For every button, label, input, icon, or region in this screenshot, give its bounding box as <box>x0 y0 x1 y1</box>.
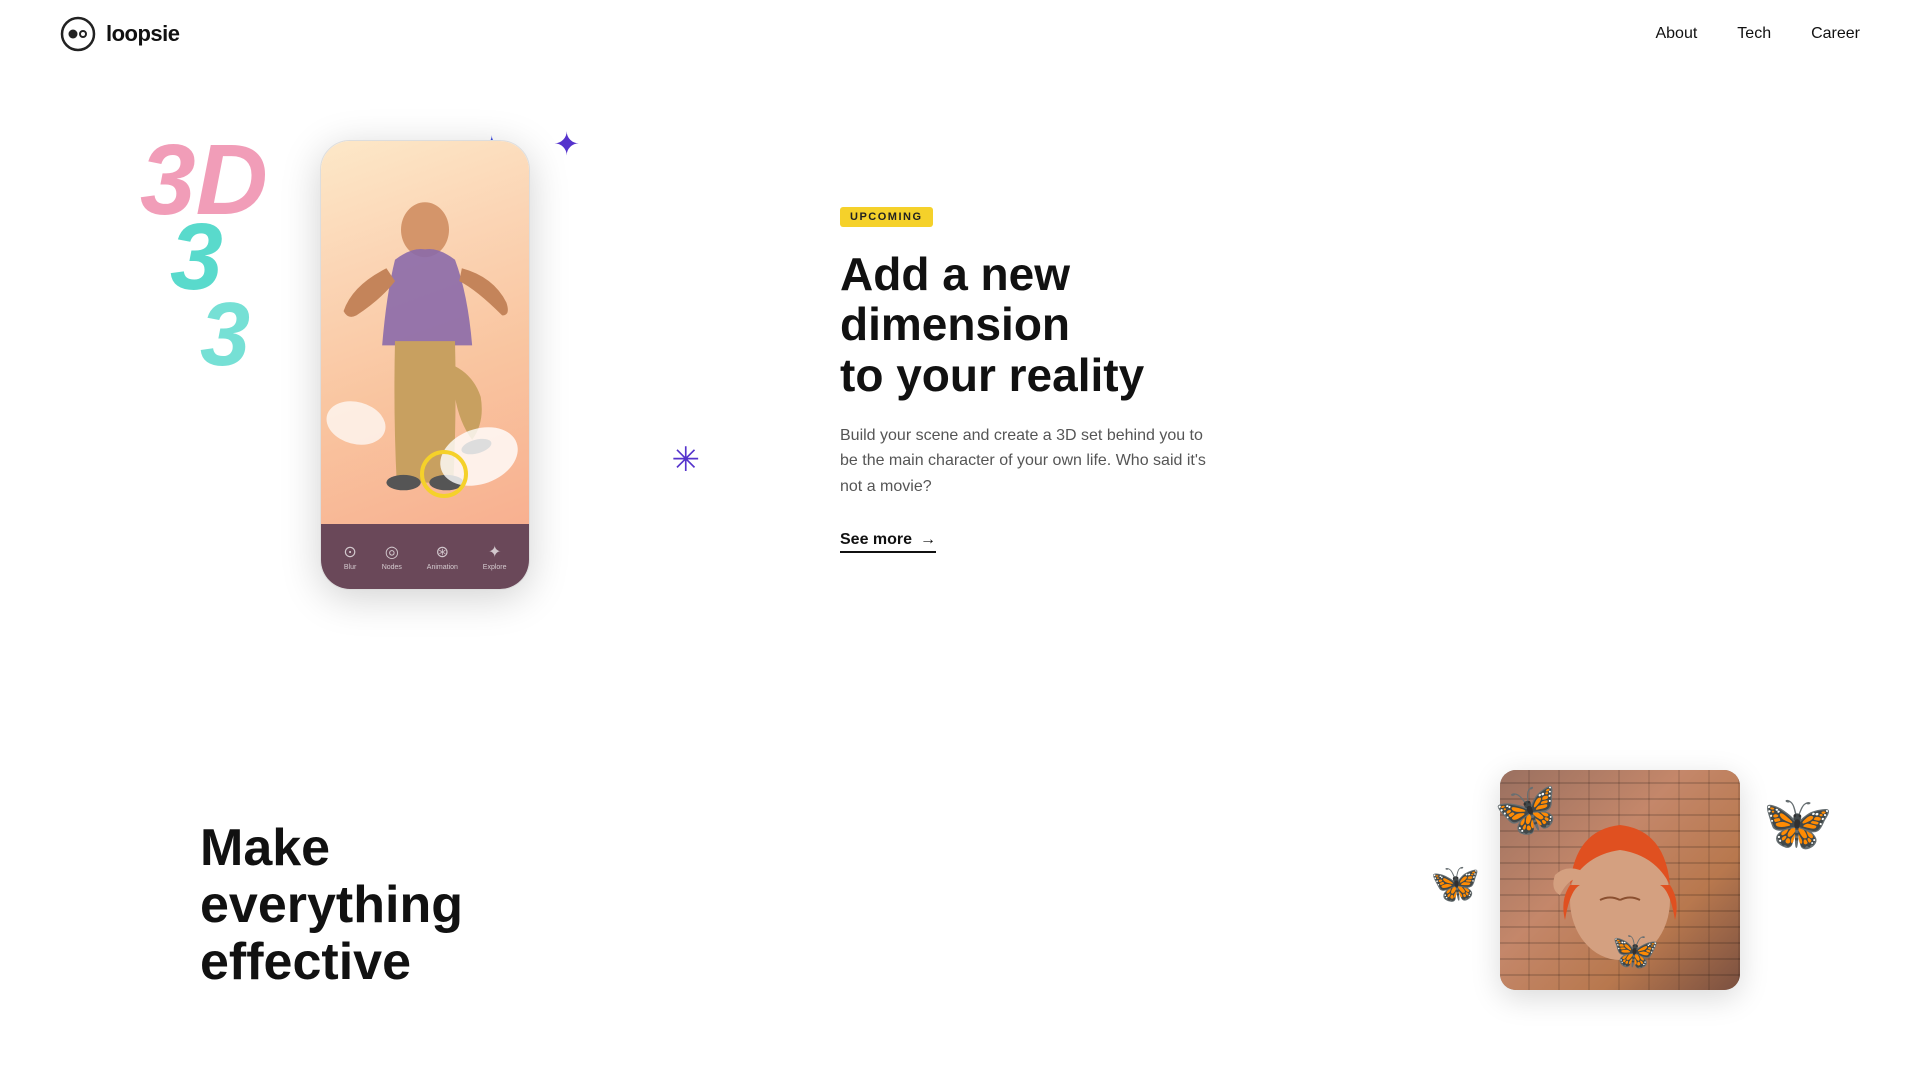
phone-nav-explore: ✦ Explore <box>483 542 507 571</box>
asterisk-purple-large: ✳ <box>672 440 701 480</box>
blur-label: Blur <box>344 564 356 571</box>
butterflies-title-line2: effective <box>200 933 411 991</box>
deco-3d-text-3: 3 <box>200 290 250 380</box>
butterfly-1: 🦋 <box>1490 775 1564 846</box>
nav-link-career[interactable]: Career <box>1811 25 1860 43</box>
butterfly-4: 🦋 <box>1611 928 1662 976</box>
see-more-button[interactable]: See more → <box>840 531 936 553</box>
blur-icon: ⊙ <box>343 542 356 562</box>
explore-label: Explore <box>483 564 507 571</box>
section-3d-description: Build your scene and create a 3D set beh… <box>840 423 1220 500</box>
phone-nav-nodes: ◎ Nodes <box>382 542 402 571</box>
arrow-right-icon: → <box>920 531 936 549</box>
nodes-icon: ◎ <box>385 542 399 562</box>
butterfly-2: 🦋 <box>1428 858 1482 909</box>
phone-bottom-nav: ⊙ Blur ◎ Nodes ⊛ Animation ✦ Explore <box>321 524 529 589</box>
phone-mockup: ⊙ Blur ◎ Nodes ⊛ Animation ✦ Explore <box>320 140 530 590</box>
section-3d-title: Add a new dimension to your reality <box>840 249 1220 401</box>
logo-icon <box>60 16 96 52</box>
section-3d-dimension: 3D 3 3 ✦ ✳ <box>0 80 1920 700</box>
section-3d-content: UPCOMING Add a new dimension to your rea… <box>720 207 1220 554</box>
butterfly-3: 🦋 <box>1753 782 1837 864</box>
upcoming-badge: UPCOMING <box>840 207 933 227</box>
logo[interactable]: loopsie <box>60 16 180 52</box>
cursor-circle <box>420 450 468 498</box>
phone-nav-animation: ⊛ Animation <box>427 542 458 571</box>
asterisk-purple-top: ✦ <box>553 125 580 163</box>
main-content: 3D 3 3 ✦ ✳ <box>0 0 1920 1020</box>
title-line-2: to your reality <box>840 349 1144 401</box>
explore-icon: ✦ <box>488 542 501 562</box>
title-line-1: Add a new dimension <box>840 248 1070 351</box>
section-butterflies-text: Make everything effective <box>200 760 580 992</box>
phone-visual-area: 3D 3 3 ✦ ✳ <box>200 120 720 640</box>
see-more-label: See more <box>840 531 912 549</box>
nav-link-about[interactable]: About <box>1655 25 1697 43</box>
animation-icon: ⊛ <box>436 542 449 562</box>
logo-text: loopsie <box>106 21 180 47</box>
section-butterflies-title: Make everything effective <box>200 820 580 992</box>
phone-nav-blur: ⊙ Blur <box>343 542 356 571</box>
butterfly-visual-area: 🦋 🦋 🦋 🦋 <box>640 760 1840 1020</box>
section-butterflies: Make everything effective <box>0 700 1920 1020</box>
animation-label: Animation <box>427 564 458 571</box>
nav-links: About Tech Career <box>1655 25 1860 43</box>
navigation: loopsie About Tech Career <box>0 0 1920 68</box>
nodes-label: Nodes <box>382 564 402 571</box>
butterflies-title-line1: Make everything <box>200 819 463 934</box>
nav-link-tech[interactable]: Tech <box>1737 25 1771 43</box>
